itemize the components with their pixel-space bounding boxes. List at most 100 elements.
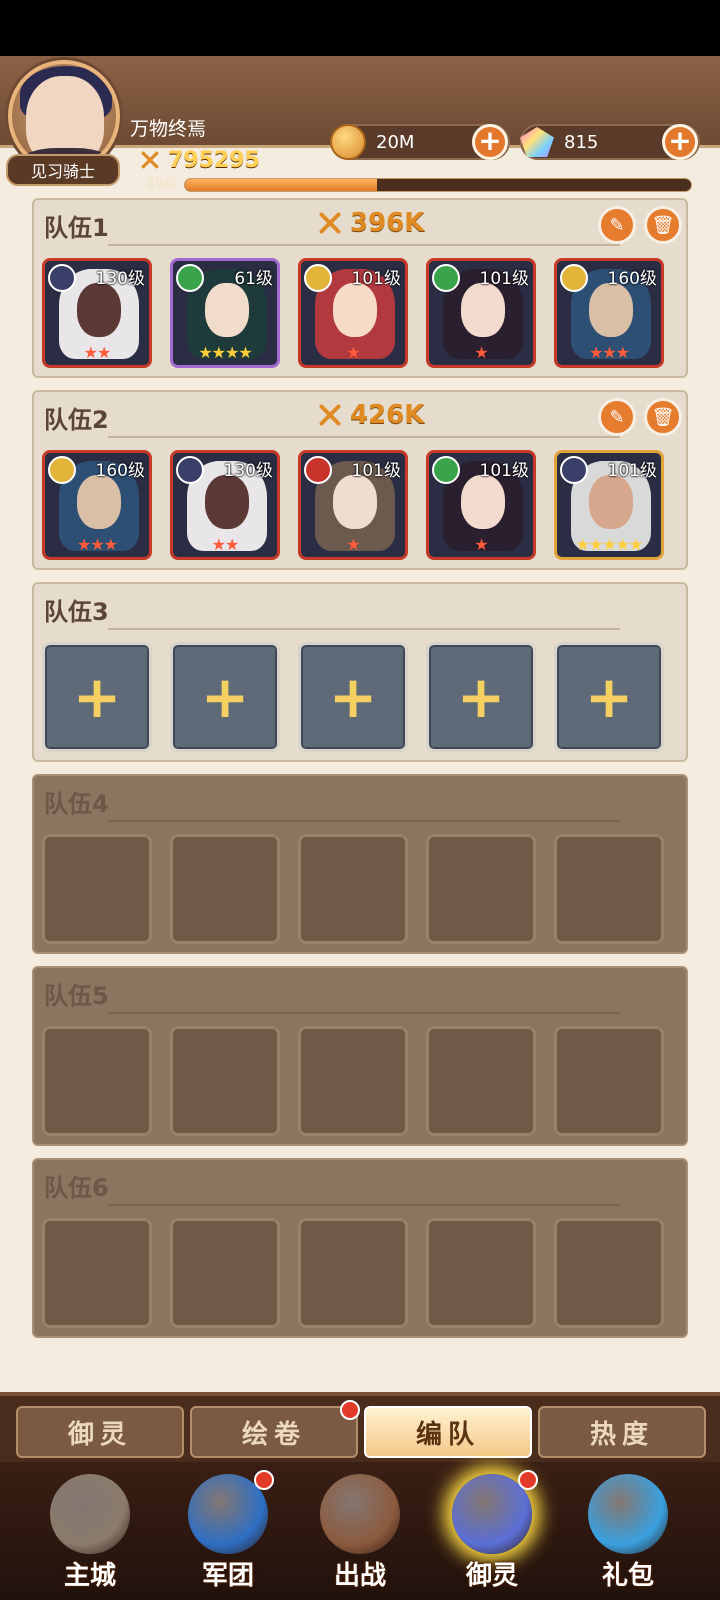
locked-slot [426, 1026, 536, 1136]
team-panel-5: 队伍5 [32, 966, 688, 1146]
hero-level: 101级 [479, 461, 529, 481]
team-panel-3: 队伍3 + + + + + [32, 582, 688, 762]
hero-card[interactable]: 130级 ★★ [42, 258, 152, 368]
add-gold-button[interactable]: + [472, 124, 508, 160]
castle-statue-icon [50, 1474, 130, 1554]
edit-team-button[interactable]: ✎ [598, 206, 636, 244]
hero-level: 101级 [351, 461, 401, 481]
nav-item-3[interactable]: 出战 [300, 1466, 420, 1596]
gold-resource: 20M + [330, 124, 510, 160]
locked-slot [42, 1026, 152, 1136]
hero-card[interactable]: 61级 ★★★★ [170, 258, 280, 368]
faction-emblem-icon [176, 264, 204, 292]
team-slots [42, 834, 664, 944]
plus-icon: + [72, 663, 122, 731]
nav-item-1[interactable]: 主城 [30, 1466, 150, 1596]
locked-slot [170, 1218, 280, 1328]
hero-stars: ★ [474, 343, 488, 362]
subtab-4[interactable]: 热度 [538, 1406, 706, 1458]
hero-face [77, 475, 121, 529]
nav-item-5[interactable]: 礼包 [568, 1466, 688, 1596]
team-slots [42, 1218, 664, 1328]
hero-card[interactable]: 130级 ★★ [170, 450, 280, 560]
hero-card[interactable]: 101级 ★ [426, 258, 536, 368]
hero-card[interactable]: 101级 ★ [298, 450, 408, 560]
hero-stars: ★★★★★ [575, 535, 644, 554]
locked-slot [554, 834, 664, 944]
nav-item-2[interactable]: 军团 [168, 1466, 288, 1596]
locked-slot [298, 834, 408, 944]
gift-shop-icon [588, 1474, 668, 1554]
plus-icon: + [584, 663, 634, 731]
faction-emblem-icon [304, 264, 332, 292]
faction-emblem-icon [560, 264, 588, 292]
pencil-icon: ✎ [609, 406, 625, 428]
trash-icon: 🗑 [651, 214, 675, 236]
gem-amount: 815 [564, 131, 599, 153]
locked-slot [42, 834, 152, 944]
faction-emblem-icon [432, 264, 460, 292]
hero-stars: ★ [346, 343, 360, 362]
hero-stars: ★★★ [76, 535, 118, 554]
nav-label: 御灵 [465, 1561, 518, 1591]
hero-level: 101级 [479, 269, 529, 289]
hero-card[interactable]: 101级 ★★★★★ [554, 450, 664, 560]
locked-slot [426, 834, 536, 944]
pencil-icon: ✎ [609, 214, 625, 236]
delete-team-button[interactable]: 🗑 [644, 206, 682, 244]
team-slots: 130级 ★★ 61级 ★★★★ 101级 ★ 101级 ★ 160级 ★★★ [42, 258, 664, 368]
notification-dot [254, 1470, 274, 1490]
edit-team-button[interactable]: ✎ [598, 398, 636, 436]
nav-label: 礼包 [601, 1561, 654, 1591]
notification-dot [340, 1400, 360, 1420]
player-power: 795295 [134, 146, 260, 174]
subtab-2[interactable]: 绘卷 [190, 1406, 358, 1458]
add-hero-slot[interactable]: + [298, 642, 408, 752]
faction-emblem-icon [304, 456, 332, 484]
hero-stars: ★ [474, 535, 488, 554]
add-hero-slot[interactable]: + [554, 642, 664, 752]
add-gems-button[interactable]: + [662, 124, 698, 160]
nav-label: 出战 [333, 1561, 386, 1591]
delete-team-button[interactable]: 🗑 [644, 398, 682, 436]
team-title: 队伍2 [44, 406, 109, 434]
add-hero-slot[interactable]: + [42, 642, 152, 752]
nav-label: 主城 [63, 1561, 116, 1591]
team-panel-2: 队伍2 426K ✎ 🗑 160级 ★★★ 130级 ★★ 101级 ★ 101级 ★ 101级 ★★★★… [32, 390, 688, 570]
locked-slot [170, 834, 280, 944]
hero-card[interactable]: 101级 ★ [426, 450, 536, 560]
nav-item-4[interactable]: 御灵 [432, 1466, 552, 1596]
hero-face [589, 283, 633, 337]
hero-stars: ★★★ [588, 343, 630, 362]
team-panel-1: 队伍1 396K ✎ 🗑 130级 ★★ 61级 ★★★★ 101级 ★ 101级 ★ 160级 ★★★ [32, 198, 688, 378]
hero-card[interactable]: 160级 ★★★ [42, 450, 152, 560]
add-hero-slot[interactable]: + [170, 642, 280, 752]
hero-stars: ★★★★ [198, 343, 252, 362]
team-panel-4: 队伍4 [32, 774, 688, 954]
team-divider [108, 628, 620, 630]
add-hero-slot[interactable]: + [426, 642, 536, 752]
hero-card[interactable]: 160级 ★★★ [554, 258, 664, 368]
faction-emblem-icon [432, 456, 460, 484]
team-divider [108, 436, 620, 438]
team-power: 396K [314, 208, 424, 238]
subtab-1[interactable]: 御灵 [16, 1406, 184, 1458]
hero-stars: ★★ [211, 535, 240, 554]
team-power-value: 396K [350, 208, 425, 238]
hero-face [461, 283, 505, 337]
hero-face [205, 283, 249, 337]
hero-card[interactable]: 101级 ★ [298, 258, 408, 368]
xp-bar-fill [185, 179, 378, 191]
team-divider [108, 1204, 620, 1206]
hero-level: 61级 [234, 269, 273, 289]
battle-gate-icon [320, 1474, 400, 1554]
plus-icon: + [200, 663, 250, 731]
player-level: 49级 [146, 177, 178, 193]
team-panel-6: 队伍6 [32, 1158, 688, 1338]
locked-slot [554, 1026, 664, 1136]
rank-title-plate: 见习骑士 [6, 154, 120, 186]
faction-emblem-icon [48, 264, 76, 292]
subtab-3[interactable]: 编队 [364, 1406, 532, 1458]
team-power: 426K [314, 400, 424, 430]
hero-level: 160级 [607, 269, 657, 289]
